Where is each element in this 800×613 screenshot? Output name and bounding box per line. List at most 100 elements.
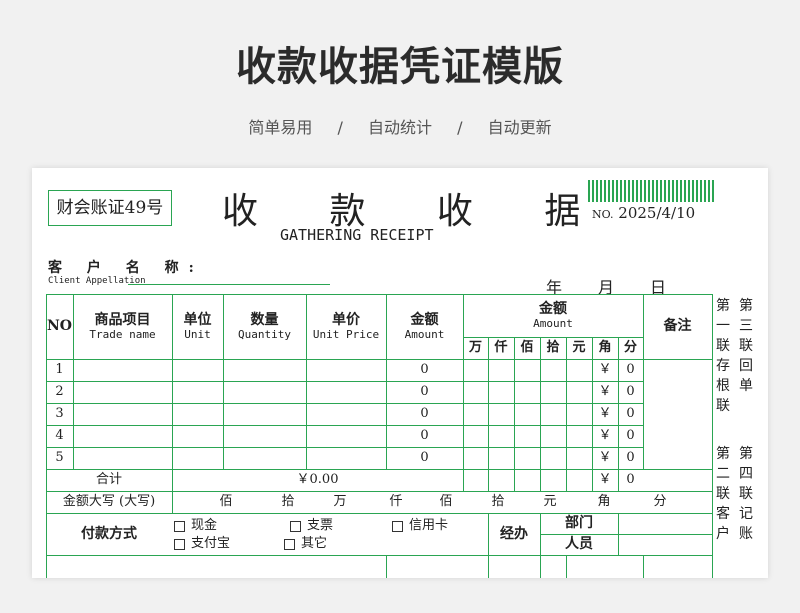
page-title: 收款收据凭证模版 xyxy=(236,44,564,90)
feature-separator: / xyxy=(457,118,463,137)
copy-label-second: 第二联客户 xyxy=(716,446,730,542)
grid-line xyxy=(46,403,644,404)
uppercase-unit: 元 xyxy=(543,494,557,510)
client-underline xyxy=(128,284,330,285)
header-quantity-label: 数量 xyxy=(250,311,279,328)
payment-option-other[interactable]: 其它 xyxy=(284,535,327,553)
row-number: 3 xyxy=(55,406,64,422)
digit-header: 角 xyxy=(598,340,612,356)
receipt-sheet: 财会账证49号 收 款 收 据 GATHERING RECEIPT NO. 20… xyxy=(32,168,768,578)
row-number: 4 xyxy=(55,428,64,444)
feature-list: 简单易用 / 自动统计 / 自动更新 xyxy=(0,114,800,138)
row-yen: ￥ xyxy=(598,450,612,466)
header-amount-digits: 金额 Amount xyxy=(463,294,643,337)
payment-option-credit-card[interactable]: 信用卡 xyxy=(392,517,448,535)
option-label: 现金 xyxy=(191,518,218,534)
header-price-label-en: Unit Price xyxy=(312,328,380,342)
digit-header: 拾 xyxy=(546,340,560,356)
row-number: 5 xyxy=(55,450,64,466)
receipt-number: NO. 2025/4/10 xyxy=(592,204,695,222)
person-label: 人员 xyxy=(565,536,593,553)
number-label: NO. xyxy=(592,208,614,221)
row-amount: 0 xyxy=(420,406,429,422)
grid-line xyxy=(566,337,567,491)
checkbox-icon xyxy=(392,520,403,532)
uppercase-unit: 角 xyxy=(597,494,611,510)
header-quantity: 数量 Quantity xyxy=(223,294,306,359)
header-item-label: 商品项目 xyxy=(94,311,151,328)
feature-item: 自动统计 xyxy=(367,118,432,137)
row-yen: ￥ xyxy=(598,362,612,378)
person-field[interactable] xyxy=(619,535,711,554)
header-quantity-label-en: Quantity xyxy=(238,328,291,342)
copy-label-third: 第三联回单 xyxy=(739,298,753,394)
grid-line xyxy=(540,337,541,491)
grid-line xyxy=(46,425,644,426)
digit-header: 佰 xyxy=(520,340,534,356)
uppercase-unit: 拾 xyxy=(491,494,505,510)
grid-line xyxy=(643,555,644,578)
row-yen: ￥ xyxy=(598,384,612,400)
row-fen: 0 xyxy=(626,384,635,400)
grid-line xyxy=(46,381,644,382)
checkbox-icon xyxy=(174,520,185,532)
header-item-label-en: Trade name xyxy=(89,328,156,342)
header-amount-digits-label-en: Amount xyxy=(533,317,573,331)
receipt-title-en: GATHERING RECEIPT xyxy=(280,226,434,244)
grid-line xyxy=(386,555,387,578)
payment-option-alipay[interactable]: 支付宝 xyxy=(174,535,230,553)
uppercase-unit: 万 xyxy=(333,494,347,510)
header-unit: 单位 Unit xyxy=(172,294,223,359)
row-number: 2 xyxy=(55,384,64,400)
row-fen: 0 xyxy=(626,428,635,444)
grid-line xyxy=(566,555,567,578)
header-remark: 备注 xyxy=(663,318,692,335)
row-yen: ￥ xyxy=(598,406,612,422)
digit-header: 元 xyxy=(572,340,586,356)
total-value: ￥0.00 xyxy=(296,472,339,488)
grid-line xyxy=(46,555,712,556)
number-value[interactable]: 2025/4/10 xyxy=(618,204,695,222)
option-label: 其它 xyxy=(301,536,328,552)
header-price-label: 单价 xyxy=(332,311,360,328)
uppercase-unit: 分 xyxy=(653,494,667,510)
row-amount: 0 xyxy=(420,384,429,400)
payment-option-check[interactable]: 支票 xyxy=(290,517,333,535)
grid-line xyxy=(46,447,644,448)
digit-header: 万 xyxy=(468,340,482,356)
barcode-icon xyxy=(588,180,714,202)
row-fen: 0 xyxy=(626,406,635,422)
grid-line xyxy=(712,294,713,578)
row-amount: 0 xyxy=(420,428,429,444)
uppercase-unit: 佰 xyxy=(219,494,233,510)
department-label: 部门 xyxy=(565,515,593,532)
row-amount: 0 xyxy=(420,362,429,378)
grid-line xyxy=(514,337,515,491)
handler-label: 经办 xyxy=(500,525,528,542)
uppercase-label: 金额大写 (大写) xyxy=(62,494,156,510)
feature-item: 简单易用 xyxy=(248,118,313,137)
header-item: 商品项目 Trade name xyxy=(73,294,172,359)
header-amount-label-en: Amount xyxy=(404,328,445,342)
header-no: NO xyxy=(47,318,72,335)
feature-separator: / xyxy=(337,118,343,137)
header-amount-digits-label: 金额 xyxy=(539,300,567,317)
option-label: 支票 xyxy=(307,518,334,534)
checkbox-icon xyxy=(290,520,301,532)
header-amount-label: 金额 xyxy=(410,311,439,328)
payment-option-cash[interactable]: 现金 xyxy=(174,517,217,535)
header-unit-label-en: Unit xyxy=(184,328,211,342)
department-field[interactable] xyxy=(619,514,711,533)
uppercase-unit: 拾 xyxy=(281,494,295,510)
row-fen: 0 xyxy=(626,450,635,466)
digit-header: 仟 xyxy=(494,340,508,356)
brand-label: 财会账证49号 xyxy=(48,190,172,226)
uppercase-unit: 仟 xyxy=(389,494,403,510)
checkbox-icon xyxy=(174,538,185,550)
header-unit-label: 单位 xyxy=(183,311,212,328)
client-name-field[interactable] xyxy=(162,264,330,284)
header-amount: 金额 Amount xyxy=(386,294,463,359)
row-fen: 0 xyxy=(626,362,635,378)
copy-label-fourth: 第四联记账 xyxy=(739,446,753,542)
copy-label-first: 第一联存根联 xyxy=(716,298,730,414)
